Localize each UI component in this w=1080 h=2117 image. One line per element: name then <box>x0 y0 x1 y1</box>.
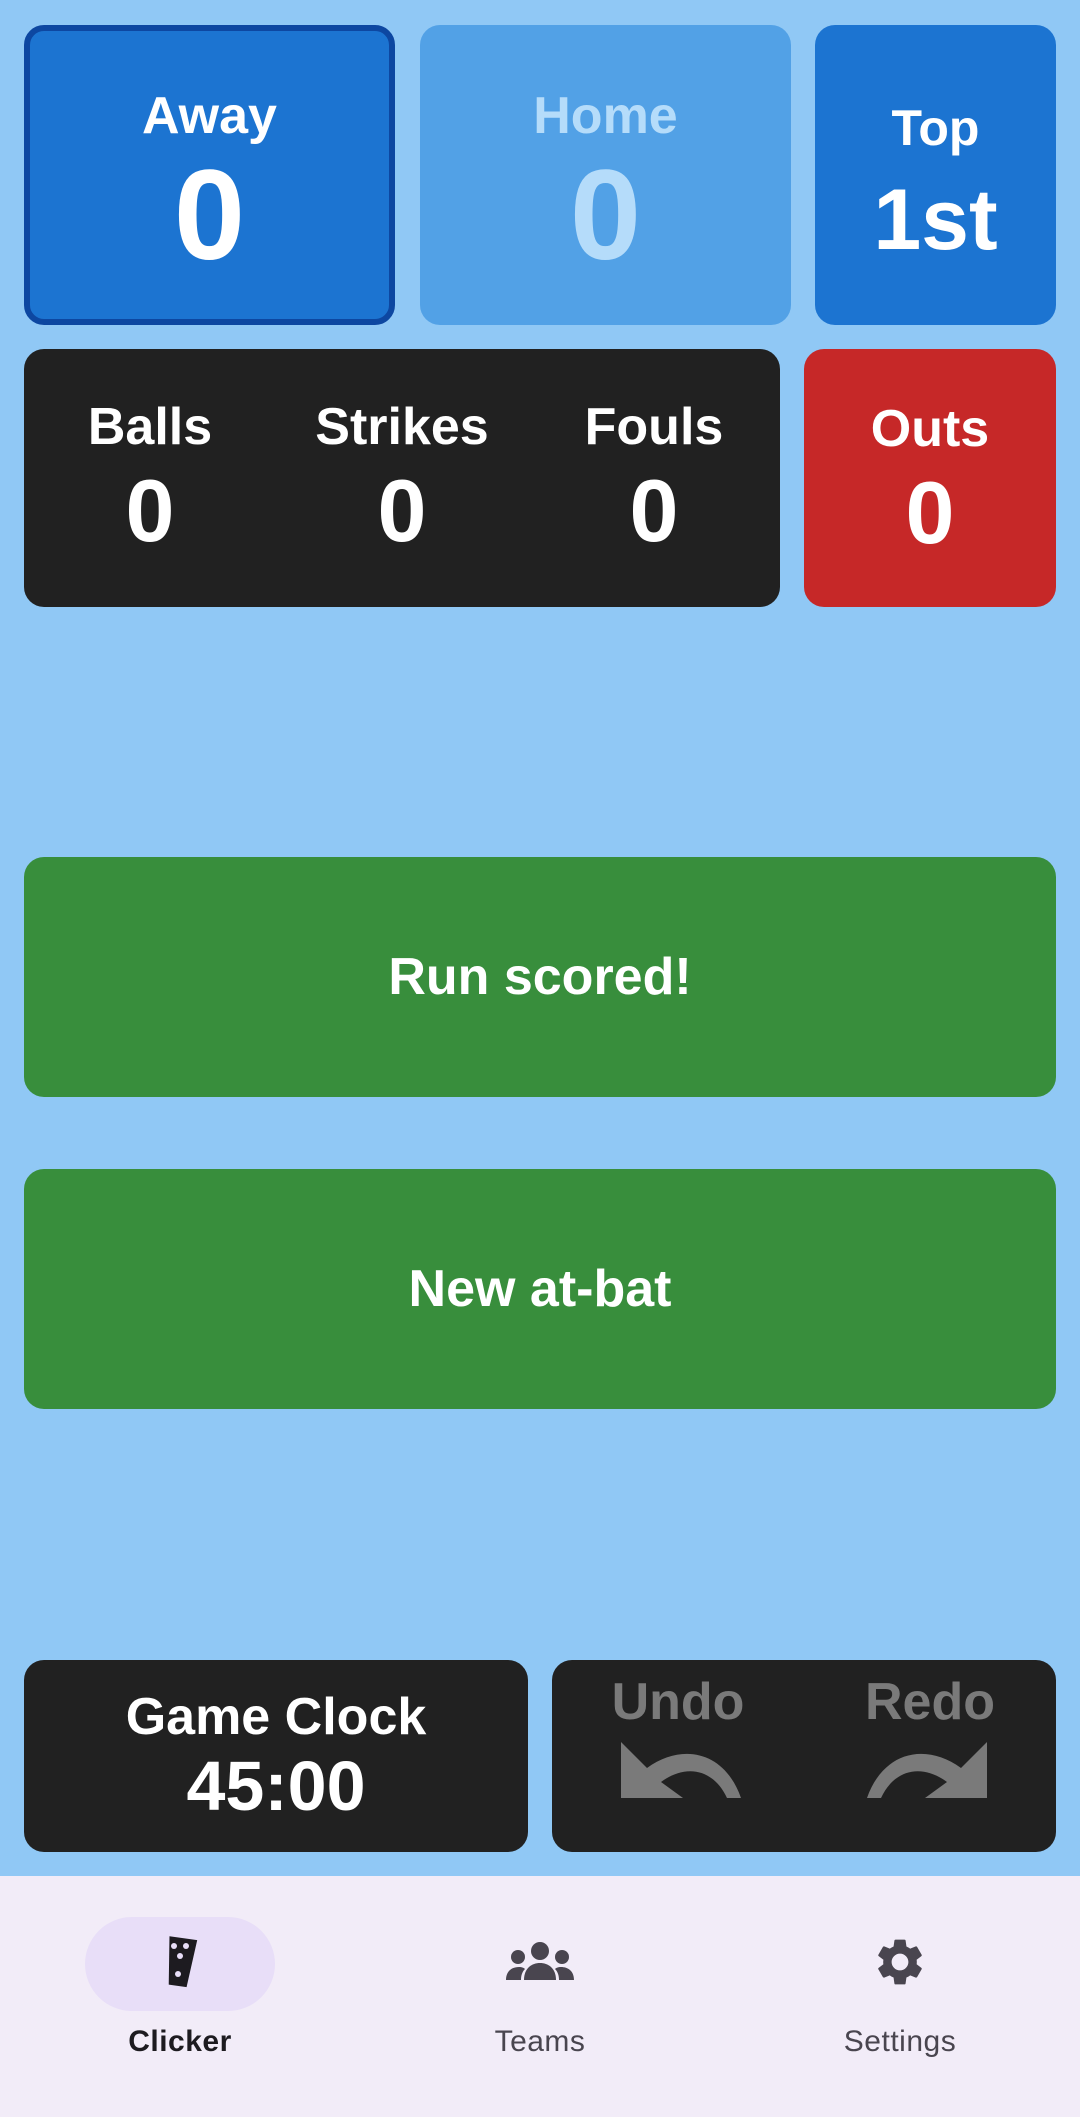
fouls-counter[interactable]: Fouls 0 <box>544 401 764 555</box>
balls-counter[interactable]: Balls 0 <box>40 401 260 555</box>
undo-button[interactable]: Undo <box>578 1660 778 1807</box>
outs-label: Outs <box>870 400 990 458</box>
inning-card[interactable]: Top 1st <box>815 25 1056 325</box>
bottom-navigation: Clicker Teams Settings <box>0 1876 1080 2117</box>
redo-arrow-icon <box>865 1738 995 1807</box>
nav-label-clicker: Clicker <box>128 2025 232 2058</box>
count-panel: Balls 0 Strikes 0 Fouls 0 <box>24 349 780 607</box>
outs-counter[interactable]: Outs 0 <box>804 349 1056 607</box>
home-team-score: 0 <box>569 144 642 287</box>
away-team-score: 0 <box>173 144 246 287</box>
people-icon <box>504 1940 576 1989</box>
redo-label: Redo <box>865 1673 995 1731</box>
strikes-label: Strikes <box>315 398 489 456</box>
undo-redo-panel: Undo Redo <box>552 1660 1056 1852</box>
nav-icon-container <box>445 1917 635 2011</box>
gear-icon <box>872 1934 928 1995</box>
undo-label: Undo <box>611 1673 745 1731</box>
balls-label: Balls <box>87 398 213 456</box>
run-scored-button[interactable]: Run scored! <box>24 857 1056 1097</box>
undo-arrow-icon <box>613 1738 743 1807</box>
balls-value: 0 <box>125 461 175 560</box>
nav-icon-container <box>805 1917 995 2011</box>
redo-button[interactable]: Redo <box>830 1660 1030 1807</box>
away-team-label: Away <box>142 87 277 145</box>
inning-half: Top <box>891 99 980 156</box>
new-at-bat-button[interactable]: New at-bat <box>24 1169 1056 1409</box>
outs-value: 0 <box>905 463 955 562</box>
home-team-card[interactable]: Home 0 <box>420 25 791 325</box>
inning-number: 1st <box>873 171 998 268</box>
game-clock-label: Game Clock <box>125 1688 427 1746</box>
fouls-value: 0 <box>629 461 679 560</box>
strikes-counter[interactable]: Strikes 0 <box>292 401 512 555</box>
fouls-label: Fouls <box>584 398 724 456</box>
strikes-value: 0 <box>377 461 427 560</box>
clicker-icon <box>160 1934 200 1995</box>
nav-item-settings[interactable]: Settings <box>750 1876 1050 2059</box>
game-clock-time: 45:00 <box>186 1747 366 1825</box>
away-team-card[interactable]: Away 0 <box>24 25 395 325</box>
nav-label-teams: Teams <box>494 2025 586 2058</box>
home-team-label: Home <box>533 87 678 145</box>
nav-active-indicator <box>85 1917 275 2011</box>
game-clock[interactable]: Game Clock 45:00 <box>24 1660 528 1852</box>
nav-label-settings: Settings <box>843 2025 957 2058</box>
nav-item-clicker[interactable]: Clicker <box>30 1876 330 2059</box>
nav-item-teams[interactable]: Teams <box>390 1876 690 2059</box>
